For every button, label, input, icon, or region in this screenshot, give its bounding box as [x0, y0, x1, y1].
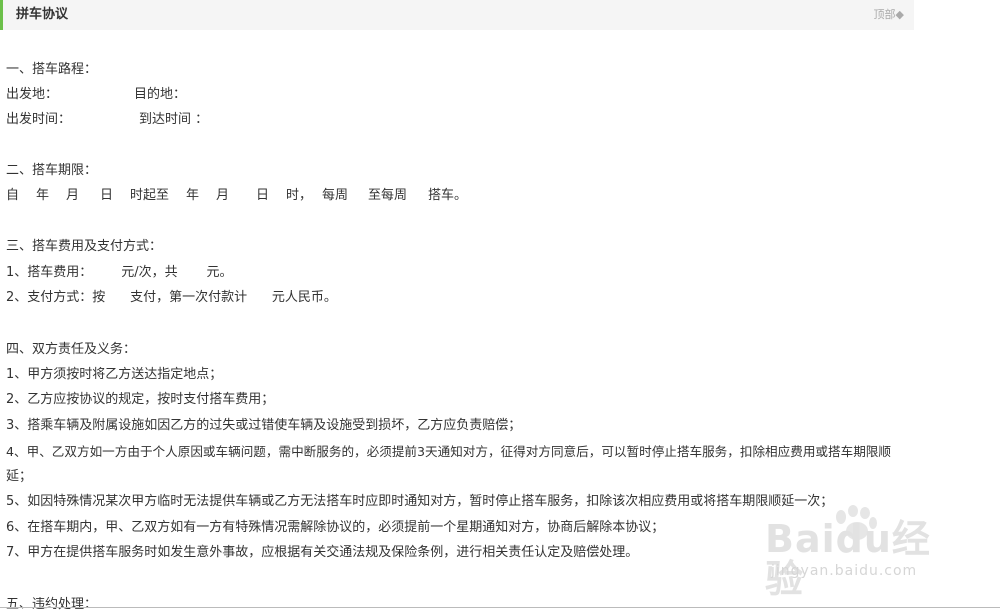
duty-item: 5、如因特殊情况某次甲方临时无法提供车辆或乙方无法搭车时应即时通知对方，暂时停止…: [6, 494, 834, 509]
duty-item: 3、搭乘车辆及附属设施如因乙方的过失或过错使车辆及设施受到损坏，乙方应负责赔偿；: [6, 418, 522, 433]
period-word: 月: [216, 188, 230, 203]
section-header: 拼车协议 顶部◆: [0, 0, 914, 30]
page-title: 拼车协议: [16, 7, 69, 22]
period-heading: 二、搭车期限：: [6, 163, 98, 178]
period-word: 年: [186, 188, 200, 203]
duty-item: 7、甲方在提供搭车服务时如发生意外事故，应根据有关交通法规及保险条例，进行相关责…: [6, 545, 639, 560]
period-word: 月: [66, 188, 80, 203]
duty-item: 4、甲、乙双方如一方由于个人原因或车辆问题，需中断服务的，必须提前3天通知对方，…: [6, 444, 891, 459]
back-to-top-link[interactable]: 顶部◆: [874, 8, 904, 22]
bottom-divider: [0, 607, 1000, 608]
period-line: 自 年 月 日 时起至 年 月 日 时， 每周 至每周 搭车。: [6, 188, 467, 204]
route-heading: 一、搭车路程：: [6, 62, 98, 77]
fee-heading: 三、搭车费用及支付方式：: [6, 239, 163, 254]
duty-item: 6、在搭车期内，甲、乙双方如有一方有特殊情况需解除协议的，必须提前一个星期通知对…: [6, 520, 665, 535]
departure-label: 出发地：: [6, 87, 59, 102]
destination-label: 目的地：: [134, 87, 187, 102]
period-word: 每周: [322, 188, 349, 203]
period-word: 自: [6, 188, 20, 203]
document-content: 拼车协议 顶部◆ 一、搭车路程： 出发地： 目的地： 出发时间： 到达时间 ： …: [0, 0, 914, 612]
period-word: 时，: [286, 188, 313, 203]
depart-time-label: 出发时间：: [6, 112, 72, 127]
duty-item: 2、乙方应按协议的规定，按时支付搭车费用；: [6, 392, 275, 407]
payment-item: 2、支付方式：按 支付，第一次付款计 元人民币。: [6, 290, 337, 305]
duty-item: 1、甲方须按时将乙方送达指定地点；: [6, 367, 223, 382]
period-word: 搭车。: [428, 188, 468, 203]
duty-item-continued: 延；: [6, 469, 33, 484]
period-word: 时起至: [130, 188, 170, 203]
duty-heading: 四、双方责任及义务：: [6, 342, 137, 357]
fee-item: 1、搭车费用： 元/次，共 元。: [6, 265, 233, 280]
period-word: 日: [100, 188, 114, 203]
arrive-time-label: 到达时间 ：: [139, 112, 209, 127]
period-word: 至每周: [368, 188, 408, 203]
period-word: 日: [256, 188, 270, 203]
breach-heading: 五、违约处理：: [6, 597, 98, 612]
period-word: 年: [36, 188, 50, 203]
